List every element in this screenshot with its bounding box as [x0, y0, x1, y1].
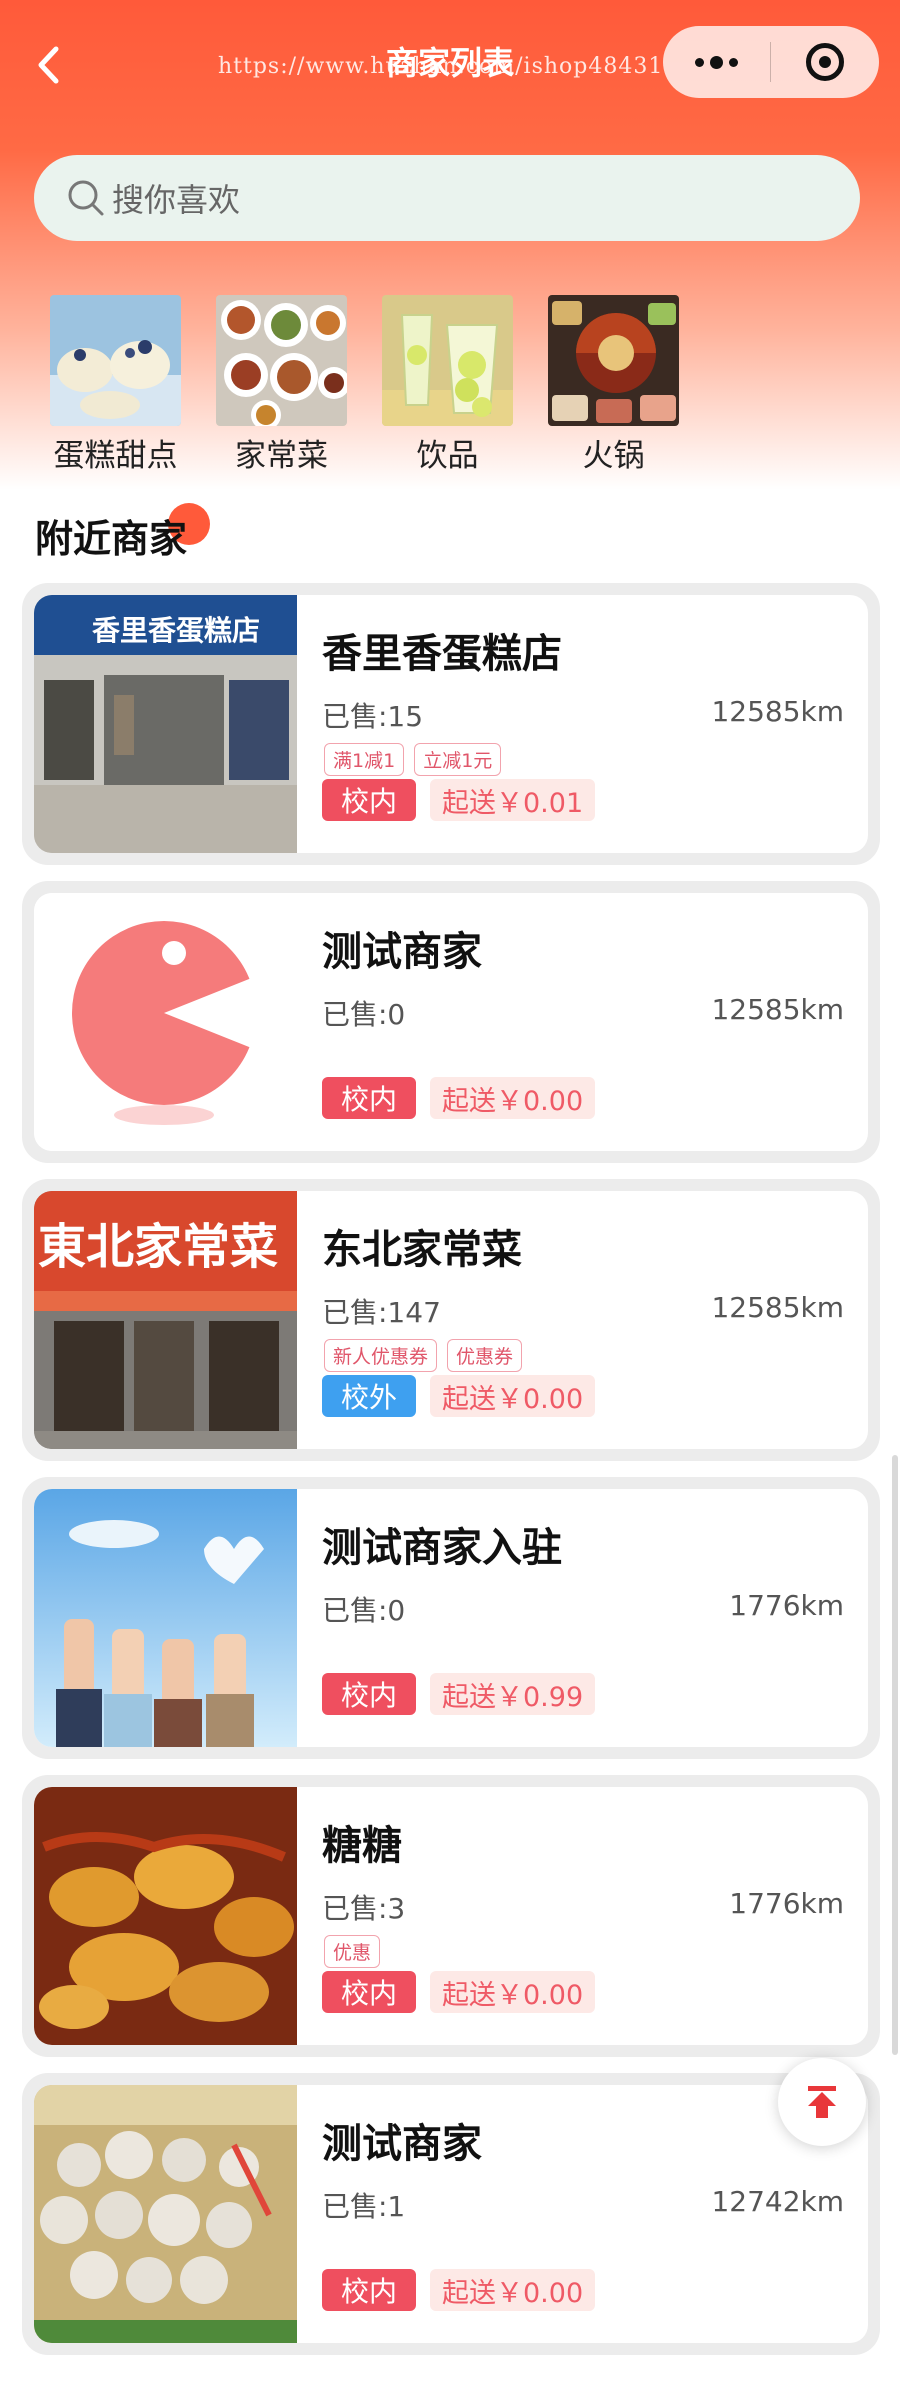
- watermark-url: https://www.huzhan.com/ishop48431: [218, 54, 664, 79]
- sales-count: 已售:0: [322, 998, 406, 1031]
- distance: 12742km: [711, 2185, 844, 2218]
- shop-card[interactable]: 香里香蛋糕店 香里香蛋糕店 已售:15 12585km 满1减1 立减1元 校内…: [22, 583, 880, 865]
- promo-list: 满1减1 立减1元: [324, 743, 511, 776]
- shop-name: 测试商家: [322, 929, 482, 975]
- campus-tag: 校内: [322, 1673, 416, 1715]
- cake-photo-icon: [50, 295, 181, 426]
- svg-text:東北家常菜: 東北家常菜: [38, 1219, 278, 1275]
- miniprogram-capsule: [663, 26, 879, 98]
- promo-badge: 新人优惠券: [324, 1339, 438, 1372]
- category-label: 火锅: [582, 438, 645, 474]
- arrow-up-icon: [808, 2086, 836, 2118]
- campus-tag: 校内: [322, 1971, 416, 2013]
- sales-count: 已售:147: [322, 1296, 441, 1329]
- section-title: 附近商家: [35, 517, 188, 561]
- campus-tag: 校内: [322, 779, 416, 821]
- shop-card[interactable]: 糖糖 已售:3 1776km 优惠 校内 起送￥0.00: [22, 1775, 880, 2057]
- scrollbar[interactable]: [892, 1455, 898, 2055]
- distance: 12585km: [711, 1291, 844, 1324]
- shop-name: 测试商家: [322, 2121, 482, 2167]
- hotpot-photo-icon: [548, 295, 679, 426]
- distance: 1776km: [729, 1887, 844, 1920]
- drinks-photo-icon: [382, 295, 513, 426]
- category-label: 家常菜: [235, 438, 328, 474]
- category-row: 蛋糕甜点 家常菜 饮品 火锅: [50, 295, 714, 475]
- cake-shop-storefront-icon: 香里香蛋糕店: [34, 595, 297, 853]
- shop-name: 测试商家入驻: [322, 1525, 562, 1571]
- category-label: 饮品: [416, 438, 479, 474]
- promo-list: 优惠: [324, 1935, 390, 1968]
- more-dot-icon: [729, 57, 738, 67]
- sales-count: 已售:1: [322, 2190, 406, 2223]
- distance: 12585km: [711, 695, 844, 728]
- campus-tag: 校外: [322, 1375, 416, 1417]
- distance: 12585km: [711, 993, 844, 1026]
- category-item[interactable]: 家常菜: [216, 295, 347, 475]
- restaurant-storefront-icon: 東北家常菜: [34, 1191, 297, 1449]
- category-label: 蛋糕甜点: [53, 438, 178, 474]
- promo-badge: 满1减1: [324, 743, 405, 776]
- min-order-fee: 起送￥0.00: [430, 1971, 596, 2013]
- sales-count: 已售:15: [322, 700, 424, 733]
- sales-count: 已售:3: [322, 1892, 406, 1925]
- svg-text:香里香蛋糕店: 香里香蛋糕店: [92, 614, 260, 647]
- back-to-top-button[interactable]: [778, 2058, 866, 2146]
- promo-list: 新人优惠券 优惠券: [324, 1339, 532, 1372]
- sales-count: 已售:0: [322, 1594, 406, 1627]
- shop-name: 糖糖: [322, 1823, 402, 1869]
- min-order-fee: 起送￥0.99: [430, 1673, 596, 1715]
- shop-card[interactable]: 测试商家 已售:1 12742km 校内 起送￥0.00: [22, 2073, 880, 2355]
- min-order-fee: 起送￥0.00: [430, 1077, 596, 1119]
- hands-sky-illustration-icon: [34, 1489, 297, 1747]
- promo-badge: 优惠: [324, 1935, 381, 1968]
- shop-name: 香里香蛋糕店: [322, 631, 562, 677]
- category-item[interactable]: 饮品: [382, 295, 513, 475]
- target-icon: [806, 43, 844, 81]
- shop-card[interactable]: 测试商家入驻 已售:0 1776km 校内 起送￥0.99: [22, 1477, 880, 1759]
- home-dishes-photo-icon: [216, 295, 347, 426]
- campus-tag: 校内: [322, 1077, 416, 1119]
- close-miniprogram-button[interactable]: [771, 26, 879, 98]
- meatballs-photo-icon: [34, 2085, 297, 2343]
- red-ball-logo-icon: [34, 893, 297, 1151]
- category-item[interactable]: 火锅: [548, 295, 679, 475]
- shop-card[interactable]: 测试商家 已售:0 12585km 校内 起送￥0.00: [22, 881, 880, 1163]
- promo-badge: 立减1元: [414, 743, 502, 776]
- shop-name: 东北家常菜: [322, 1227, 522, 1273]
- search-input[interactable]: 搜你喜欢: [34, 155, 860, 241]
- distance: 1776km: [729, 1589, 844, 1622]
- search-placeholder: 搜你喜欢: [112, 181, 241, 219]
- more-dot-icon: [710, 55, 723, 69]
- search-icon: [68, 180, 104, 216]
- more-dot-icon: [695, 57, 704, 67]
- more-options-button[interactable]: [663, 26, 770, 98]
- min-order-fee: 起送￥0.01: [430, 779, 596, 821]
- campus-tag: 校内: [322, 2269, 416, 2311]
- category-item[interactable]: 蛋糕甜点: [50, 295, 181, 475]
- navigation-bar: 商家列表 https://www.huzhan.com/ishop48431: [0, 0, 900, 130]
- min-order-fee: 起送￥0.00: [430, 2269, 596, 2311]
- shop-card[interactable]: 東北家常菜 东北家常菜 已售:147 12585km 新人优惠券 优惠券 校外 …: [22, 1179, 880, 1461]
- fried-food-photo-icon: [34, 1787, 297, 2045]
- min-order-fee: 起送￥0.00: [430, 1375, 596, 1417]
- promo-badge: 优惠券: [447, 1339, 523, 1372]
